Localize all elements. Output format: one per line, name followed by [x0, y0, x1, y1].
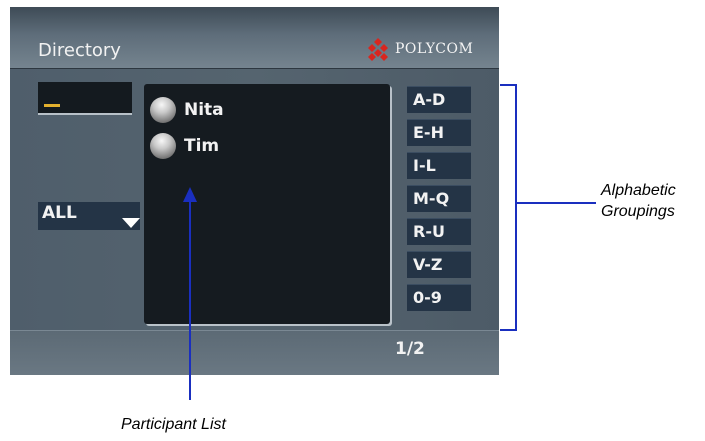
group-button-e-h[interactable]: E-H: [407, 119, 471, 146]
list-item[interactable]: Tim: [150, 132, 219, 160]
groupings-bracket: [500, 84, 517, 331]
group-button-a-d[interactable]: A-D: [407, 86, 471, 113]
footer-bar: 1/2: [10, 330, 499, 375]
participant-name: Tim: [184, 136, 220, 156]
list-item[interactable]: Nita: [150, 96, 224, 124]
polycom-logo: POLYCOM: [366, 37, 473, 61]
search-entry-field[interactable]: [38, 82, 132, 113]
polycom-logo-icon: [368, 38, 388, 61]
participant-list-annotation: Participant List: [121, 416, 226, 433]
header-bar: Directory POLYCOM: [10, 7, 499, 68]
page-title: Directory: [38, 40, 121, 61]
participant-name: Nita: [184, 100, 224, 120]
participant-ball-icon: [150, 133, 176, 159]
text-cursor: [44, 104, 60, 107]
page-indicator: 1/2: [395, 339, 425, 359]
filter-dropdown[interactable]: ALL: [38, 202, 140, 230]
group-button-v-z[interactable]: V-Z: [407, 251, 471, 278]
groupings-annotation-line1: Alphabetic: [601, 182, 676, 199]
filter-selected-value: ALL: [42, 203, 77, 223]
groupings-annotation-line2: Groupings: [601, 203, 675, 220]
group-button-r-u[interactable]: R-U: [407, 218, 471, 245]
directory-screen: Directory POLYCOM ALL Nita Tim A-D E-H I…: [10, 7, 499, 375]
group-button-m-q[interactable]: M-Q: [407, 185, 471, 212]
logo-text: POLYCOM: [395, 41, 474, 57]
participant-list: Nita Tim: [144, 84, 390, 324]
group-button-i-l[interactable]: I-L: [407, 152, 471, 179]
participant-ball-icon: [150, 97, 176, 123]
group-button-0-9[interactable]: 0-9: [407, 284, 471, 311]
triangle-down-icon: [122, 218, 140, 228]
